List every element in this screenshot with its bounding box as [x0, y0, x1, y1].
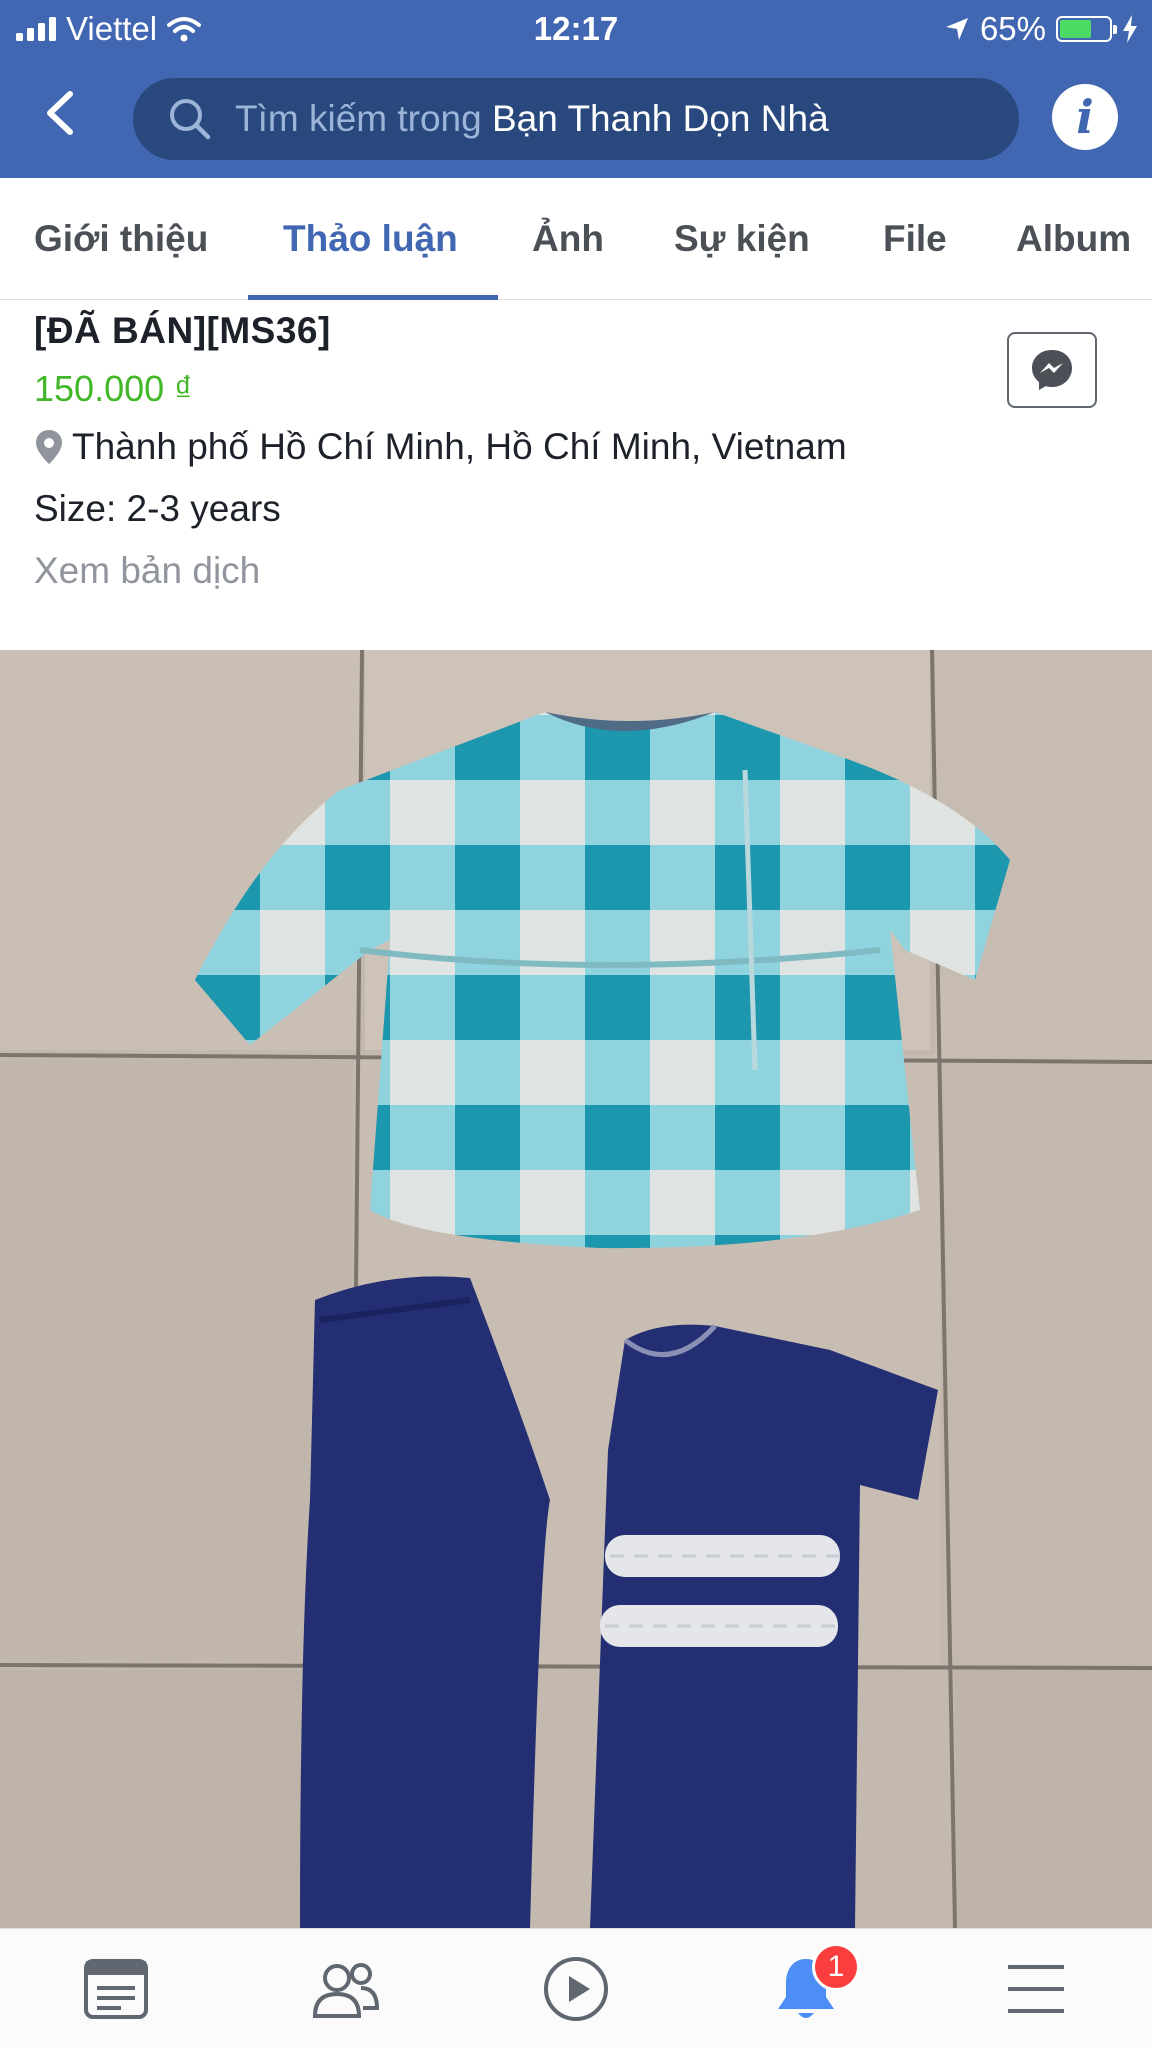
group-tabs: Giới thiệu Thảo luận Ảnh Sự kiện File Al…	[0, 178, 1152, 300]
back-button[interactable]	[40, 88, 90, 148]
news-feed-icon	[84, 1959, 148, 2019]
product-photo[interactable]	[0, 650, 1152, 1928]
groups-icon	[312, 1963, 380, 2018]
post-location: Thành phố Hồ Chí Minh, Hồ Chí Minh, Viet…	[34, 426, 847, 468]
see-translation-link[interactable]: Xem bản dịch	[34, 550, 260, 592]
search-group-name: Bạn Thanh Dọn Nhà	[492, 98, 829, 139]
groups-tab[interactable]	[306, 1949, 386, 2029]
tab-albums[interactable]: Album	[1016, 218, 1131, 260]
search-placeholder: Tìm kiếm trong	[235, 98, 482, 139]
menu-icon	[1008, 1965, 1064, 2013]
top-header: Viettel 12:17 65% Tìm kiếm trong Bạn Tha…	[0, 0, 1152, 178]
tab-discussion[interactable]: Thảo luận	[283, 218, 458, 260]
charging-icon	[1123, 15, 1137, 43]
post-size: Size: 2-3 years	[34, 488, 281, 529]
status-bar: Viettel 12:17 65%	[0, 0, 1152, 58]
search-text: Tìm kiếm trong Bạn Thanh Dọn Nhà	[235, 98, 829, 140]
chevron-left-icon	[47, 91, 73, 135]
post-price: 150.000 ₫	[34, 368, 193, 409]
post-title: [ĐÃ BÁN][MS36]	[34, 310, 331, 351]
clothing-photo-illustration	[0, 650, 1152, 1928]
battery-icon	[1056, 16, 1117, 42]
messenger-icon	[1032, 350, 1072, 390]
location-text: Thành phố Hồ Chí Minh, Hồ Chí Minh, Viet…	[72, 426, 847, 467]
location-pin-icon	[36, 430, 62, 464]
watch-tab[interactable]	[536, 1949, 616, 2029]
search-icon	[170, 99, 211, 140]
tab-files[interactable]: File	[883, 218, 947, 260]
search-input[interactable]: Tìm kiếm trong Bạn Thanh Dọn Nhà	[133, 78, 1019, 160]
info-icon: i	[1076, 90, 1094, 144]
tab-events[interactable]: Sự kiện	[674, 218, 810, 260]
message-seller-button[interactable]	[1007, 332, 1097, 408]
tab-photos[interactable]: Ảnh	[532, 218, 604, 260]
info-button[interactable]: i	[1052, 84, 1118, 150]
bottom-tab-bar: 1	[0, 1928, 1152, 2048]
notification-badge: 1	[812, 1943, 860, 1991]
menu-tab[interactable]	[996, 1949, 1076, 2029]
news-feed-tab[interactable]	[76, 1949, 156, 2029]
sale-post: [ĐÃ BÁN][MS36] 150.000 ₫ Thành phố Hồ Ch…	[0, 300, 1152, 650]
location-arrow-icon	[945, 18, 968, 40]
battery-percent: 65%	[979, 10, 1046, 47]
tab-about[interactable]: Giới thiệu	[34, 218, 208, 260]
watch-icon	[544, 1957, 608, 2021]
